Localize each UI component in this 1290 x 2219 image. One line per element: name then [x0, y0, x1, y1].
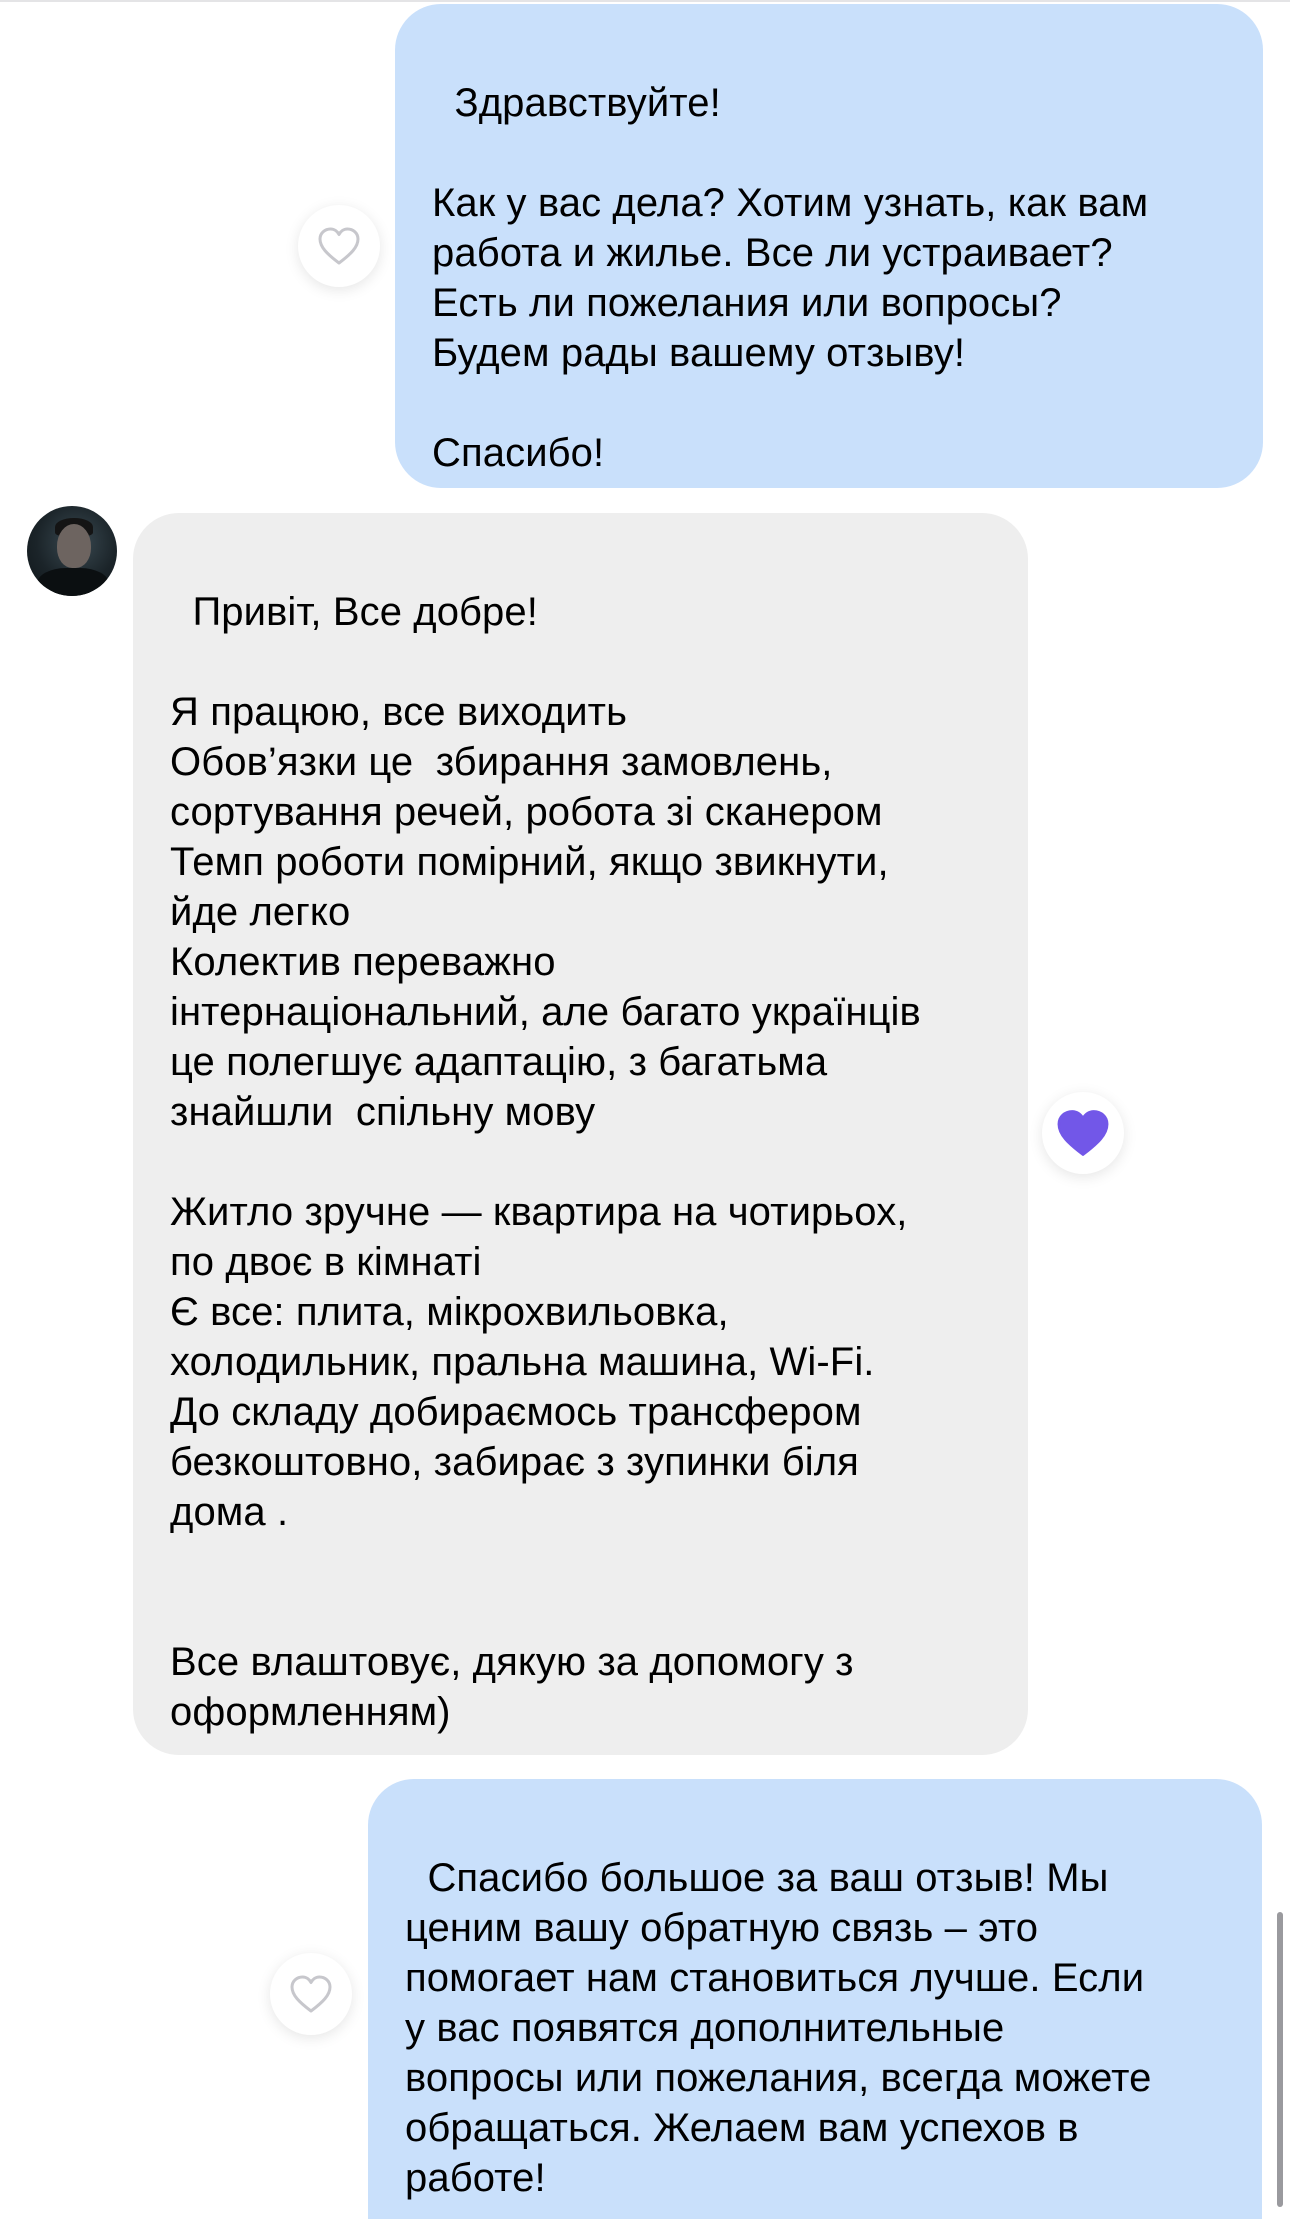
- like-button[interactable]: [270, 1953, 352, 2035]
- heart-outline-icon: [318, 227, 360, 265]
- message-text: Спасибо большое за ваш отзыв! Мы ценим в…: [405, 1856, 1152, 2200]
- like-button-active[interactable]: [1042, 1092, 1124, 1174]
- avatar-face: [57, 524, 91, 568]
- message-bubble-incoming[interactable]: Привіт, Все добре! Я працюю, все виходит…: [133, 513, 1028, 1755]
- like-button[interactable]: [298, 205, 380, 287]
- message-bubble-outgoing[interactable]: Здравствуйте! Как у вас дела? Хотим узна…: [395, 4, 1263, 488]
- heart-outline-icon: [290, 1975, 332, 2013]
- heart-filled-icon: [1057, 1110, 1109, 1156]
- message-text: Здравствуйте! Как у вас дела? Хотим узна…: [432, 81, 1149, 475]
- user-avatar[interactable]: [27, 506, 117, 596]
- top-divider: [0, 0, 1290, 2]
- scrollbar[interactable]: [1277, 1912, 1283, 2207]
- message-text: Привіт, Все добре! Я працюю, все виходит…: [170, 590, 921, 1734]
- avatar-shoulders: [37, 568, 109, 596]
- message-bubble-outgoing[interactable]: Спасибо большое за ваш отзыв! Мы ценим в…: [368, 1779, 1262, 2219]
